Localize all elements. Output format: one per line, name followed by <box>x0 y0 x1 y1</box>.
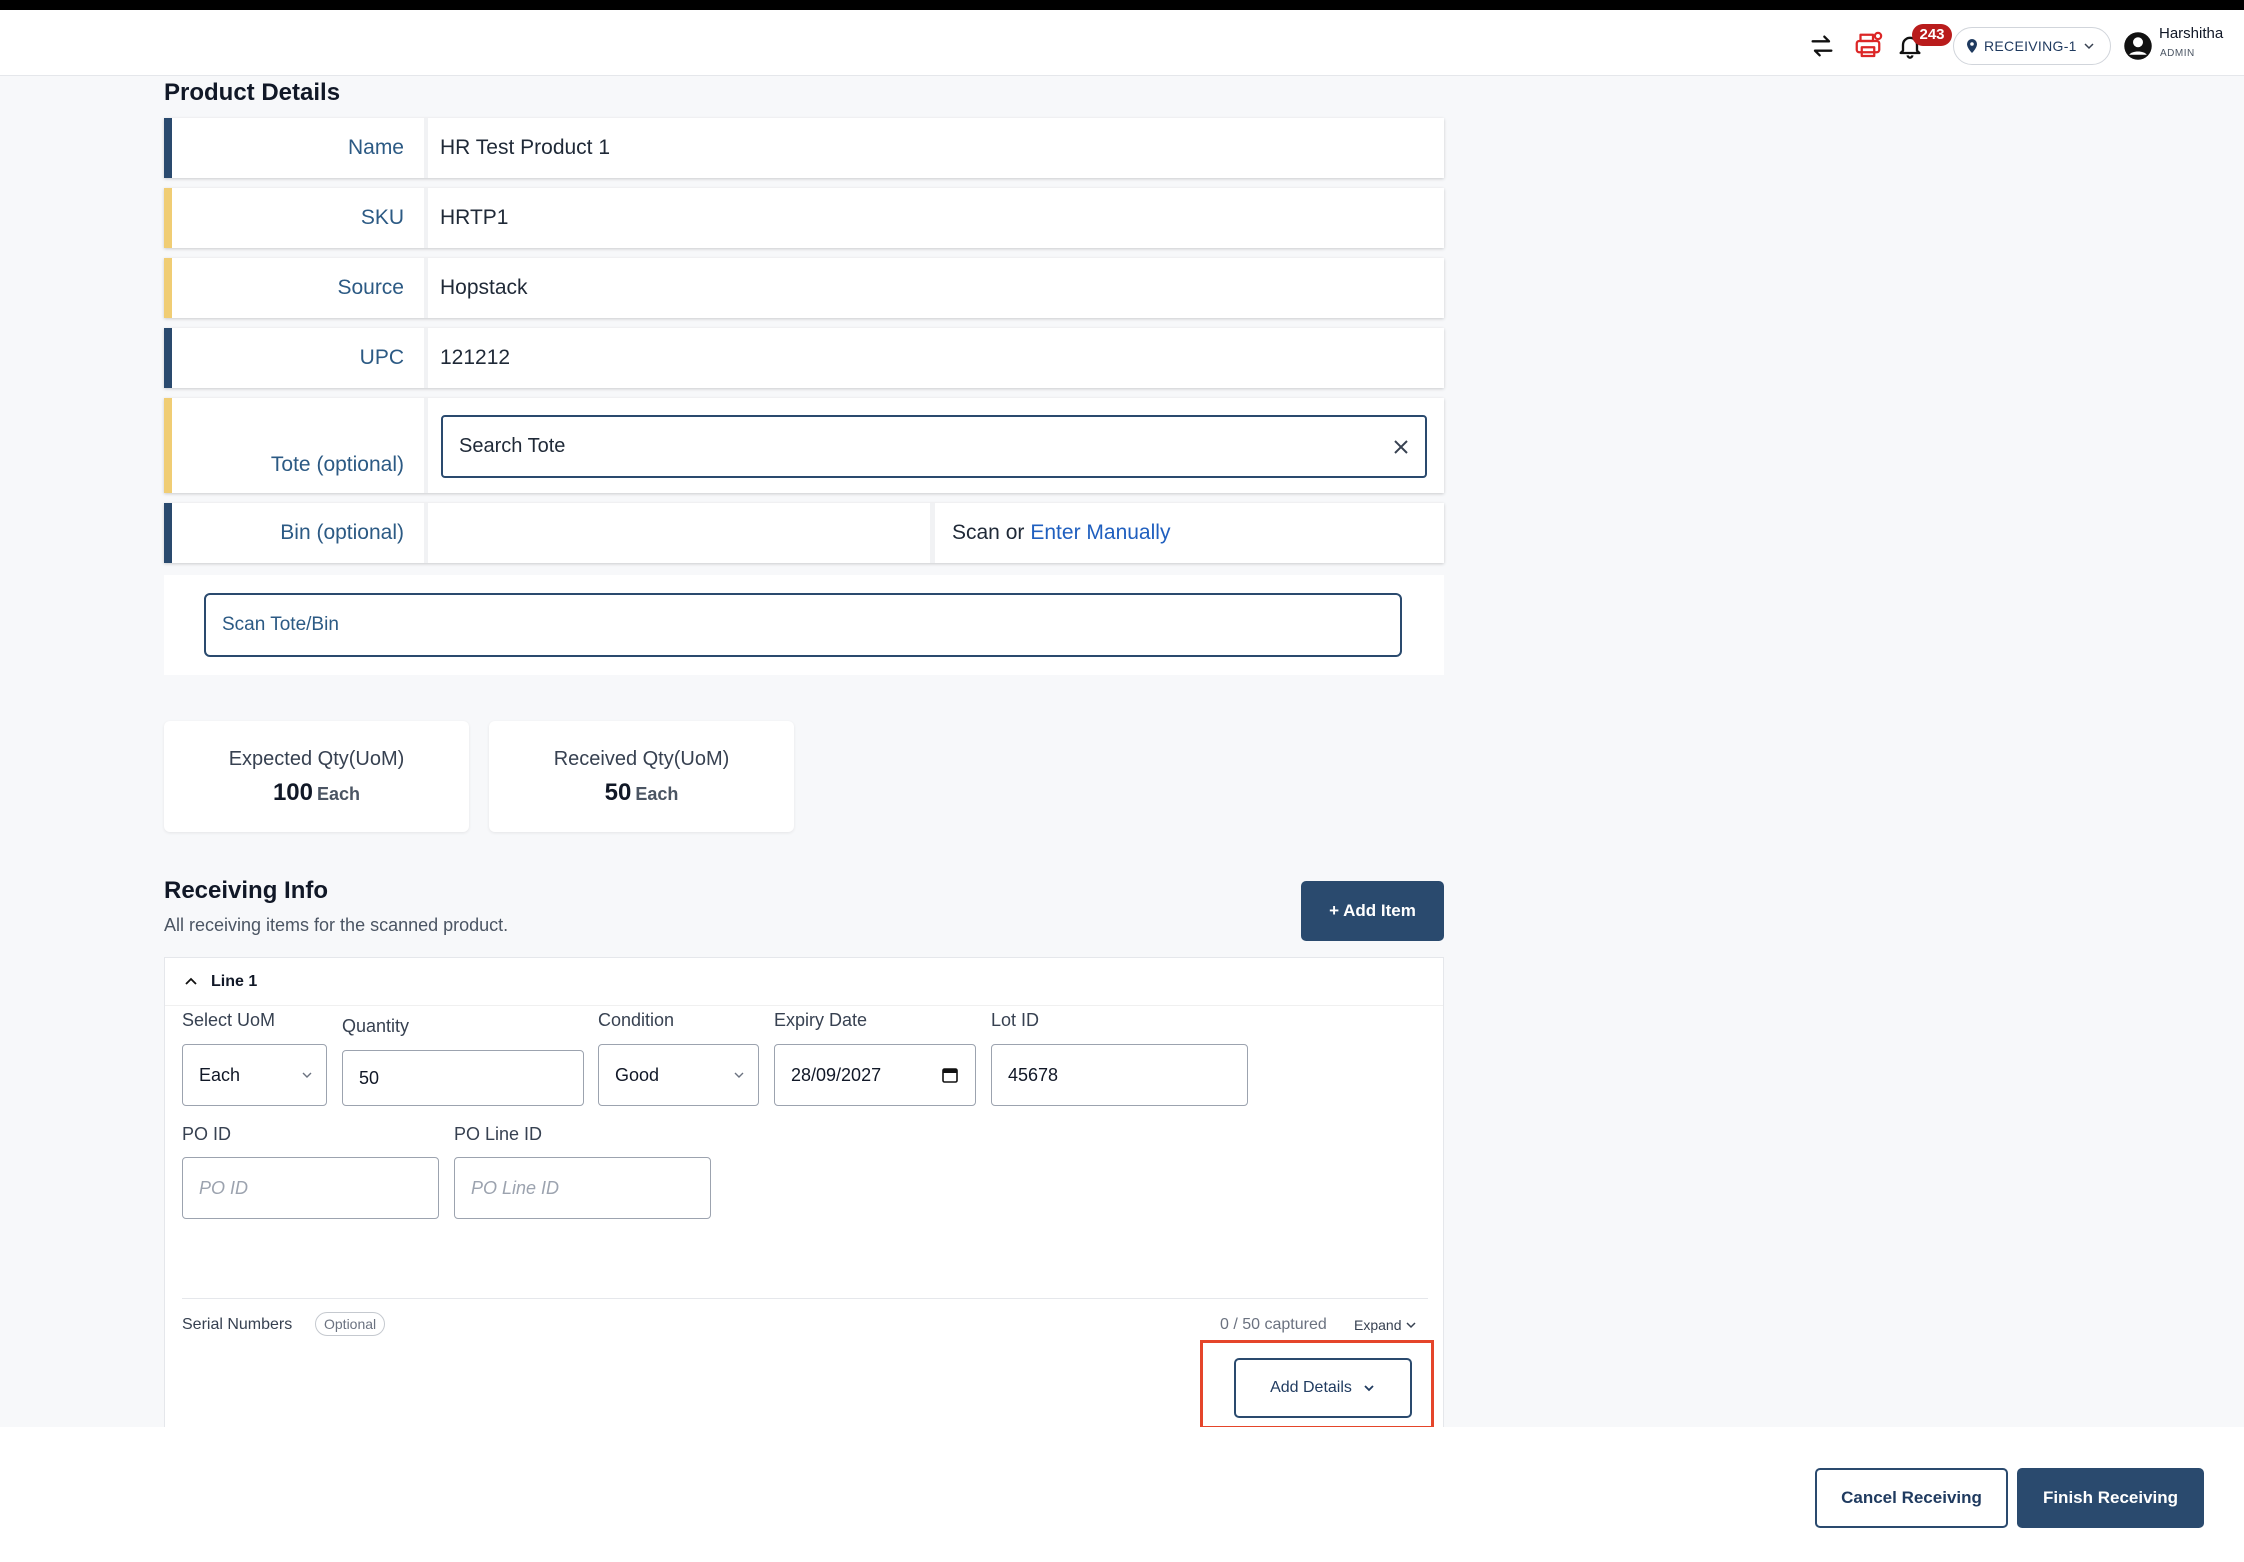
received-qty-value: 50 <box>604 779 632 806</box>
row-divider <box>424 328 428 388</box>
detail-row-bin: Bin (optional) Scan or Enter Manually <box>164 503 1444 563</box>
condition-label: Condition <box>598 1010 675 1030</box>
lot-id-input[interactable]: 45678 <box>991 1044 1248 1106</box>
row-divider <box>424 188 428 248</box>
receiving-info-title: Receiving Info <box>164 877 329 904</box>
uom-select[interactable]: Each <box>182 1044 327 1106</box>
top-black-bar <box>0 0 2244 10</box>
row-stripe <box>164 258 172 318</box>
scan-tote-bin-input[interactable]: Scan Tote/Bin <box>204 593 1402 657</box>
po-line-id-label: PO Line ID <box>454 1124 543 1144</box>
search-tote-text: Search Tote <box>459 435 566 457</box>
user-name: Harshitha <box>2159 25 2224 42</box>
expand-label: Expand <box>1354 1317 1402 1333</box>
app-header: 243 RECEIVING-1 Harshitha ADMIN <box>0 10 2244 76</box>
detail-value: HRTP1 <box>440 206 509 229</box>
detail-value: HR Test Product 1 <box>440 136 611 159</box>
switch-arrows-icon[interactable] <box>1805 29 1839 63</box>
bin-scan-hint: Scan or Enter Manually <box>952 503 1170 563</box>
bin-label: Bin (optional) <box>280 521 404 544</box>
avatar-icon[interactable] <box>2121 29 2155 63</box>
scan-or-text: Scan or <box>952 521 1025 544</box>
row-stripe <box>164 188 172 248</box>
close-icon[interactable] <box>1389 435 1413 459</box>
line-title: Line 1 <box>211 972 258 990</box>
serial-numbers-label: Serial Numbers <box>182 1316 293 1333</box>
condition-select[interactable]: Good <box>598 1044 759 1106</box>
detail-value: 121212 <box>440 346 511 369</box>
uom-value: Each <box>199 1064 241 1085</box>
highlight-annotation-box <box>1200 1340 1434 1429</box>
row-stripe <box>164 328 172 388</box>
row-stripe <box>164 398 172 493</box>
line-header[interactable]: Line 1 <box>165 958 1443 1006</box>
printer-icon[interactable] <box>1851 29 1885 63</box>
finish-receiving-button[interactable]: Finish Receiving <box>2017 1468 2204 1528</box>
search-tote-input[interactable]: Search Tote <box>441 415 1427 478</box>
chevron-down-icon <box>2084 43 2094 50</box>
scan-tote-bin-panel: Scan Tote/Bin <box>164 575 1444 675</box>
expected-qty-label: Expected Qty(UoM) <box>228 748 405 770</box>
row-divider <box>424 258 428 318</box>
serial-divider <box>182 1298 1428 1299</box>
po-line-id-input[interactable]: PO Line ID <box>454 1157 711 1219</box>
detail-label: UPC <box>359 346 404 369</box>
uom-label: Select UoM <box>182 1010 276 1030</box>
lot-id-label: Lot ID <box>991 1010 1040 1030</box>
row-divider <box>424 398 428 493</box>
row-stripe <box>164 503 172 563</box>
expiry-date-input[interactable]: 28/09/2027 <box>774 1044 976 1106</box>
chevron-down-icon <box>734 1072 744 1078</box>
detail-row-source: Source Hopstack <box>164 258 1444 318</box>
add-item-button[interactable]: + Add Item <box>1301 881 1444 941</box>
calendar-icon[interactable] <box>941 1066 959 1084</box>
expected-qty-unit: Each <box>317 784 361 804</box>
po-id-label: PO ID <box>182 1124 232 1144</box>
product-details-title: Product Details <box>164 79 341 106</box>
detail-row-name: Name HR Test Product 1 <box>164 118 1444 178</box>
location-pin-icon <box>1967 39 1977 53</box>
serials-captured-count: 0 / 50 captured <box>1220 1316 1327 1333</box>
footer-bar: Cancel Receiving Finish Receiving <box>0 1427 2244 1562</box>
detail-row-tote: Tote (optional) Search Tote <box>164 398 1444 493</box>
expected-qty-value: 100 <box>272 779 313 806</box>
row-stripe <box>164 118 172 178</box>
detail-row-upc: UPC 121212 <box>164 328 1444 388</box>
chevron-down-icon <box>302 1072 312 1078</box>
detail-label: Source <box>337 276 404 299</box>
expected-qty-card: Expected Qty(UoM) 100 Each <box>164 721 469 832</box>
chevron-down-icon <box>1406 1322 1417 1329</box>
bin-divider <box>930 503 935 563</box>
row-divider <box>424 118 428 178</box>
received-qty-label: Received Qty(UoM) <box>553 748 730 770</box>
chevron-up-icon <box>185 977 197 985</box>
detail-label: SKU <box>360 206 404 229</box>
received-qty-card: Received Qty(UoM) 50 Each <box>489 721 794 832</box>
po-id-input[interactable]: PO ID <box>182 1157 439 1219</box>
optional-badge: Optional <box>315 1312 386 1336</box>
detail-row-sku: SKU HRTP1 <box>164 188 1444 248</box>
quantity-label: Quantity <box>342 1016 410 1036</box>
user-role: ADMIN <box>2160 48 2195 59</box>
expiry-label: Expiry Date <box>774 1010 868 1030</box>
enter-manually-link[interactable]: Enter Manually <box>1030 521 1170 545</box>
detail-value: Hopstack <box>440 276 528 299</box>
receiving-info-subtitle: All receiving items for the scanned prod… <box>164 915 509 935</box>
detail-label: Name <box>347 136 404 159</box>
received-qty-unit: Each <box>635 784 679 804</box>
expand-serials-toggle[interactable]: Expand <box>1354 1317 1417 1333</box>
location-selector[interactable]: RECEIVING-1 <box>1953 27 2111 65</box>
notification-badge: 243 <box>1912 24 1952 46</box>
quantity-input[interactable]: 50 <box>342 1050 584 1106</box>
location-label: RECEIVING-1 <box>1984 38 2077 54</box>
cancel-receiving-button[interactable]: Cancel Receiving <box>1815 1468 2008 1528</box>
row-divider <box>424 503 428 563</box>
tote-label: Tote (optional) <box>270 453 404 476</box>
expiry-value: 28/09/2027 <box>791 1064 882 1085</box>
condition-value: Good <box>615 1064 660 1085</box>
